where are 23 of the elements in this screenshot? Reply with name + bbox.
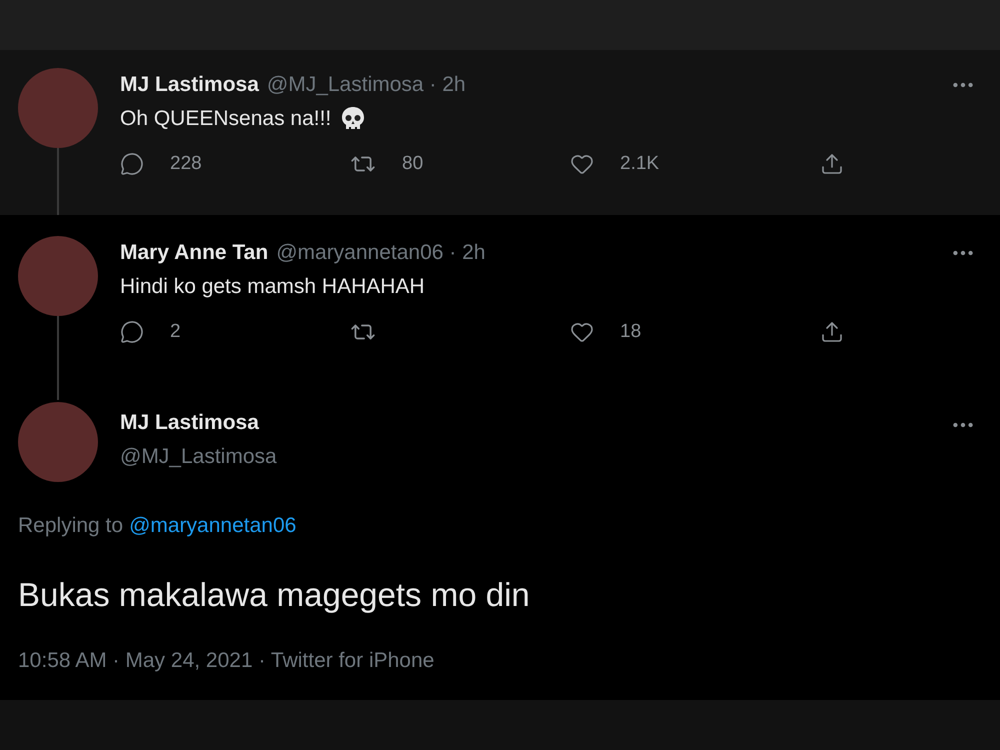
replying-label: Replying to [18, 513, 124, 539]
handle-and-time: @MJ_Lastimosa · 2h [266, 72, 466, 98]
tweet-timestamp: 10:58 AM · May 24, 2021 · Twitter for iPhone [18, 648, 436, 674]
tweet-text: Oh QUEENsenas na!!! [120, 106, 332, 132]
display-name[interactable]: MJ Lastimosa [120, 68, 259, 102]
action-count: 80 [402, 152, 424, 176]
mention-link[interactable]: @maryannetan06 [129, 510, 296, 542]
tweet-text: Bukas makalawa magegets mo din [18, 574, 531, 615]
reply-icon[interactable] [120, 320, 144, 344]
user-handle: @MJ_Lastimosa [120, 444, 278, 470]
display-name[interactable]: Mary Anne Tan [120, 236, 268, 270]
display-name[interactable]: MJ Lastimosa [120, 406, 950, 440]
action-count: 2.1K [620, 152, 660, 176]
reply-icon[interactable] [120, 152, 144, 176]
action-count: 2 [170, 320, 181, 344]
action-count: 18 [620, 320, 642, 344]
tweet-text: Hindi ko gets mamsh HAHAHAH [120, 274, 425, 300]
heart-icon[interactable] [570, 152, 594, 176]
share-icon[interactable] [820, 152, 844, 176]
heart-icon[interactable] [570, 320, 594, 344]
action-count: 228 [170, 152, 202, 176]
handle-and-time: @maryannetan06 · 2h [276, 240, 486, 266]
share-icon[interactable] [820, 320, 844, 344]
